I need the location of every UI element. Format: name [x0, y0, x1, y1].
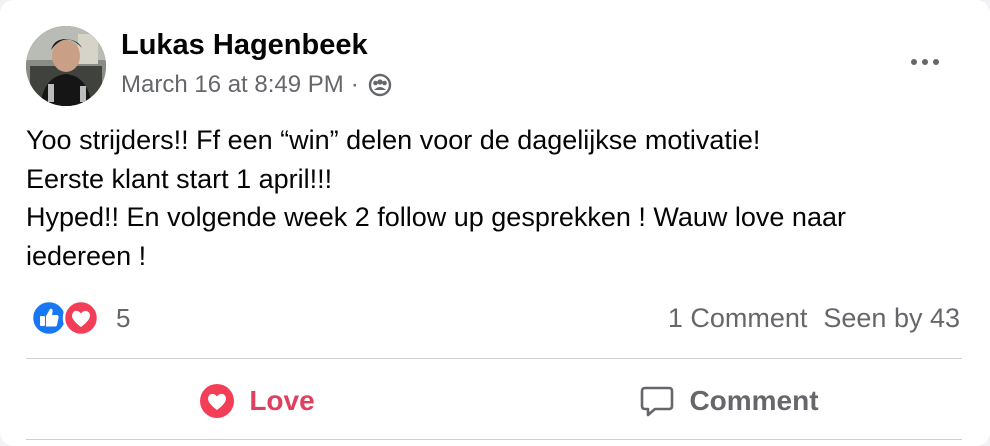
comment-button[interactable]: Comment	[496, 368, 962, 434]
reaction-summary[interactable]: 5	[28, 298, 130, 338]
post-meta: March 16 at 8:49 PM ·	[121, 70, 392, 100]
post-line: Yoo strijders!! Ff een “win” delen voor …	[26, 125, 761, 155]
meta-separator: ·	[350, 71, 359, 98]
divider	[26, 358, 962, 359]
author-name[interactable]: Lukas Hagenbeek	[121, 29, 368, 62]
post-body: Yoo strijders!! Ff een “win” delen voor …	[26, 121, 966, 275]
ellipsis-icon[interactable]	[902, 44, 948, 80]
post-line: iedereen !	[26, 240, 147, 271]
love-reaction-icon	[62, 299, 100, 337]
avatar-photo	[26, 26, 106, 106]
love-button[interactable]: Love	[26, 368, 488, 434]
seen-by-count[interactable]: Seen by 43	[823, 303, 960, 334]
avatar[interactable]	[26, 26, 106, 106]
ellipsis-dot	[933, 59, 939, 65]
ellipsis-dot	[911, 59, 917, 65]
post-timestamp[interactable]: March 16 at 8:49 PM	[121, 71, 344, 99]
love-icon	[200, 384, 235, 418]
comment-icon	[641, 386, 674, 417]
post-line: Eerste klant start 1 april!!!	[26, 163, 333, 194]
divider	[26, 439, 962, 440]
post-card: Lukas Hagenbeek March 16 at 8:49 PM · Yo…	[0, 0, 990, 446]
reaction-count: 5	[116, 302, 131, 333]
post-stats: 1 Comment Seen by 43	[668, 298, 960, 338]
friends-icon[interactable]	[368, 73, 392, 97]
love-button-label: Love	[249, 385, 315, 416]
post-line: Hyped!! En volgende week 2 follow up ges…	[26, 202, 846, 232]
comment-count[interactable]: 1 Comment	[668, 303, 808, 334]
comment-button-label: Comment	[689, 385, 819, 416]
reaction-icons	[28, 299, 104, 337]
ellipsis-dot	[922, 59, 928, 65]
